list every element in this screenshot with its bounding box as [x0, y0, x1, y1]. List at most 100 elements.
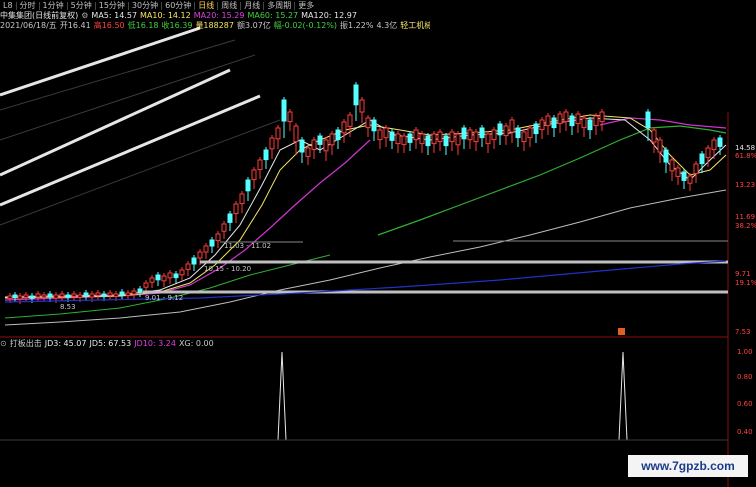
candle-body: [203, 245, 209, 253]
candle-body: [467, 129, 473, 141]
candle-body: [281, 99, 287, 122]
candle-body: [449, 131, 455, 143]
candle-body: [221, 223, 227, 232]
signal-spike-1: [277, 351, 287, 441]
candle-body: [497, 123, 503, 136]
candle-body: [269, 137, 275, 150]
price-axis-label: 14.58: [735, 144, 755, 152]
candle-body: [173, 273, 179, 279]
candle-body: [461, 127, 467, 140]
candle-body: [533, 123, 539, 135]
candle-body: [431, 133, 437, 145]
candle-body: [197, 251, 203, 259]
candle-body: [257, 159, 263, 171]
candle-body: [575, 113, 581, 125]
candle-body: [239, 193, 245, 205]
candle-body: [437, 131, 443, 143]
candle-body: [539, 119, 545, 131]
candle-body: [227, 213, 233, 223]
candle-body: [23, 294, 29, 298]
candle-body: [669, 159, 675, 172]
candle-body: [509, 119, 515, 133]
candle-body: [293, 125, 299, 143]
price-axis: 14.5861.8% 13.23 11.6938.2% 9.7119.1% 7.53: [735, 144, 756, 336]
price-axis-label: 19.1%: [735, 279, 756, 287]
candle-body: [53, 294, 59, 299]
indicator-info-bar: ⊙ 打板出击 JD3: 45.07 JD5: 67.53 JD10: 3.24 XG: 0…: [0, 339, 217, 349]
price-axis-label: 9.71: [735, 270, 751, 278]
candle-body: [717, 137, 723, 147]
candle-body: [347, 114, 353, 127]
candle-body: [335, 129, 341, 141]
candle-body: [645, 111, 651, 129]
annotation-1: 11.03 - 11.02: [224, 242, 271, 250]
indicator-value: JD5: 67.53: [89, 339, 132, 348]
candle-body: [35, 293, 41, 298]
candle-body: [155, 274, 161, 281]
candle-body: [143, 282, 149, 288]
candle-body: [299, 139, 305, 153]
candle-body: [167, 272, 173, 279]
price-axis-label: 7.53: [735, 328, 751, 336]
annotation-4: 8.53: [60, 303, 76, 311]
candle-body: [233, 203, 239, 215]
candle-body: [485, 133, 491, 145]
candle-body: [569, 115, 575, 127]
watermark: www.7gpzb.com: [628, 455, 748, 477]
indicator-axis: 1.00 0.80 0.60 0.40: [737, 348, 753, 436]
candle-body: [675, 167, 681, 177]
candle-body: [371, 119, 377, 132]
candle-body: [593, 115, 599, 127]
candle-body: [527, 127, 533, 139]
indicator-settings-icon[interactable]: ⊙: [0, 339, 7, 348]
candle-body: [557, 113, 563, 125]
candle-body: [215, 233, 221, 242]
candle-body: [119, 291, 125, 296]
candle-body: [161, 275, 167, 282]
candle-body: [263, 149, 269, 161]
indicator-value: JD10: 3.24: [134, 339, 176, 348]
candle-body: [455, 133, 461, 146]
price-axis-label: 13.23: [735, 181, 755, 189]
candle-body: [413, 129, 419, 141]
candle-body: [359, 99, 365, 113]
kline-chart[interactable]: 11.03 - 11.02 10.15 - 10.20 9.01 - 9.12 …: [0, 0, 756, 487]
diagonal-streaks: [0, 26, 261, 207]
candle-body: [47, 293, 53, 298]
candle-body: [287, 111, 293, 123]
candle-body: [479, 127, 485, 139]
candle-body: [657, 139, 663, 153]
candle-body: [687, 175, 693, 184]
annotation-3: 9.01 - 9.12: [145, 294, 183, 302]
price-axis-label: 38.2%: [735, 222, 756, 230]
annotation-2: 10.15 - 10.20: [204, 265, 251, 273]
candle-body: [491, 129, 497, 141]
candle-body: [389, 131, 395, 141]
candle-body: [419, 133, 425, 145]
indicator-axis-label: 0.80: [737, 373, 753, 381]
candle-body: [599, 111, 605, 123]
candle-body: [587, 119, 593, 131]
candle-body: [179, 269, 185, 276]
candle-body: [341, 121, 347, 134]
candle-body: [317, 135, 323, 145]
candle-body: [551, 117, 557, 129]
candle-body: [125, 292, 131, 296]
price-axis-label: 11.69: [735, 213, 755, 221]
candle-body: [353, 84, 359, 106]
indicator-value: 打板出击: [9, 339, 42, 348]
candle-body: [699, 153, 705, 165]
ma120-line: [4, 189, 727, 326]
candle-body: [77, 294, 83, 298]
candle-body: [17, 295, 23, 300]
candle-body: [245, 179, 251, 192]
candle-body: [663, 149, 669, 163]
candle-body: [7, 295, 13, 299]
candle-body: [365, 117, 371, 129]
candle-body: [521, 131, 527, 143]
candle-body: [545, 115, 551, 127]
candle-body: [711, 139, 717, 151]
candle-body: [563, 111, 569, 123]
candle-body: [515, 127, 521, 139]
candle-body: [191, 257, 197, 265]
